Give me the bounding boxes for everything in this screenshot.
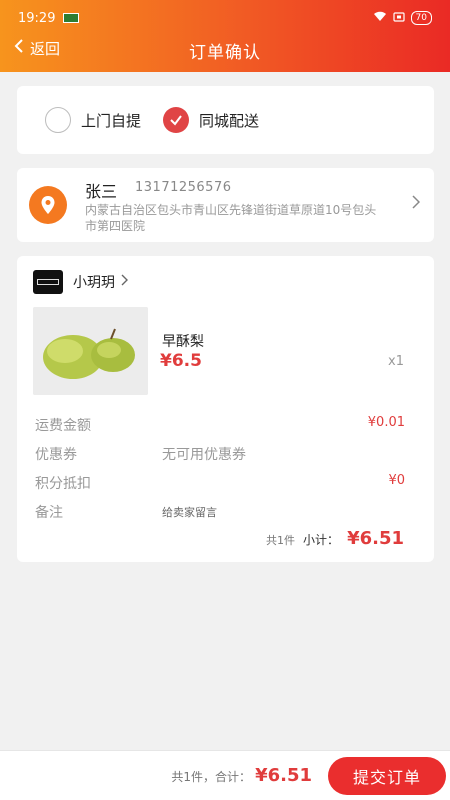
- chevron-right-icon: [121, 274, 128, 290]
- total-summary: 共1件，合计： ¥6.51: [171, 765, 312, 786]
- option-city-delivery-label: 同城配送: [199, 111, 260, 130]
- option-city-delivery[interactable]: 同城配送: [163, 107, 259, 133]
- recipient-phone: 13171256576: [135, 180, 232, 195]
- location-pin-icon: [29, 186, 67, 224]
- subtotal: 共1件 小计： ¥6.51: [266, 528, 404, 549]
- page-title: 订单确认: [189, 42, 261, 63]
- subtotal-amount: ¥6.51: [347, 528, 404, 549]
- radio-unselected-icon: [45, 107, 71, 133]
- notification-icon: [63, 13, 80, 23]
- chevron-left-icon: [14, 38, 24, 59]
- battery-indicator: 70: [410, 11, 432, 25]
- back-label: 返回: [30, 40, 61, 58]
- product-price: ¥6.5: [160, 351, 202, 371]
- address-detail: 内蒙古自治区包头市青山区先锋道街道草原道10号包头市第四医院: [85, 203, 377, 233]
- option-pickup[interactable]: 上门自提: [45, 107, 141, 133]
- subtotal-count: 共1件: [266, 534, 296, 547]
- note-row: 备注 给卖家留言: [35, 502, 405, 522]
- radio-checked-icon: [163, 107, 190, 133]
- delivery-method-card: 上门自提 同城配送: [17, 86, 434, 154]
- product-image[interactable]: [33, 307, 148, 395]
- subtotal-label: 小计：: [303, 533, 340, 547]
- coupon-value: 无可用优惠券: [162, 447, 246, 463]
- total-count: 共1件，合计：: [171, 770, 252, 784]
- shop-name: 小玥玥: [73, 275, 115, 291]
- shipping-fee-row: 运费金额 ¥0.01: [35, 415, 405, 435]
- sim-icon: [392, 11, 405, 26]
- shop-logo: [33, 270, 63, 294]
- total-amount: ¥6.51: [255, 765, 312, 786]
- shipping-fee-label: 运费金额: [35, 418, 91, 434]
- coupon-label: 优惠券: [35, 447, 77, 463]
- status-bar: 19:29 70: [0, 0, 450, 36]
- product-quantity: x1: [388, 354, 404, 369]
- status-time: 19:29: [18, 10, 56, 26]
- note-label: 备注: [35, 505, 63, 521]
- option-pickup-label: 上门自提: [81, 111, 142, 130]
- bottom-bar: 共1件，合计： ¥6.51 提交订单: [0, 750, 450, 800]
- nav-bar: 返回 订单确认: [0, 32, 450, 68]
- submit-order-button[interactable]: 提交订单: [328, 757, 446, 795]
- shipping-fee-value: ¥0.01: [367, 415, 405, 430]
- product-name: 早酥梨: [162, 334, 204, 350]
- order-card: 小玥玥 早酥梨 ¥6.5 x1 运费金额 ¥0.01 优惠券 无可用优惠券 积分…: [17, 256, 434, 562]
- points-value: ¥0: [388, 473, 405, 488]
- back-button[interactable]: 返回: [14, 38, 60, 59]
- recipient-name: 张三: [85, 182, 118, 201]
- wifi-icon: [373, 11, 387, 26]
- points-row: 积分抵扣 ¥0: [35, 473, 405, 493]
- header-background: 19:29 70 返回 订单确认: [0, 0, 450, 72]
- note-input[interactable]: 给卖家留言: [162, 504, 217, 520]
- chevron-right-icon: [412, 194, 421, 213]
- coupon-row[interactable]: 优惠券 无可用优惠券: [35, 444, 405, 464]
- points-label: 积分抵扣: [35, 476, 91, 492]
- address-card[interactable]: 张三 13171256576 内蒙古自治区包头市青山区先锋道街道草原道10号包头…: [17, 168, 434, 242]
- shop-link[interactable]: 小玥玥: [33, 270, 128, 294]
